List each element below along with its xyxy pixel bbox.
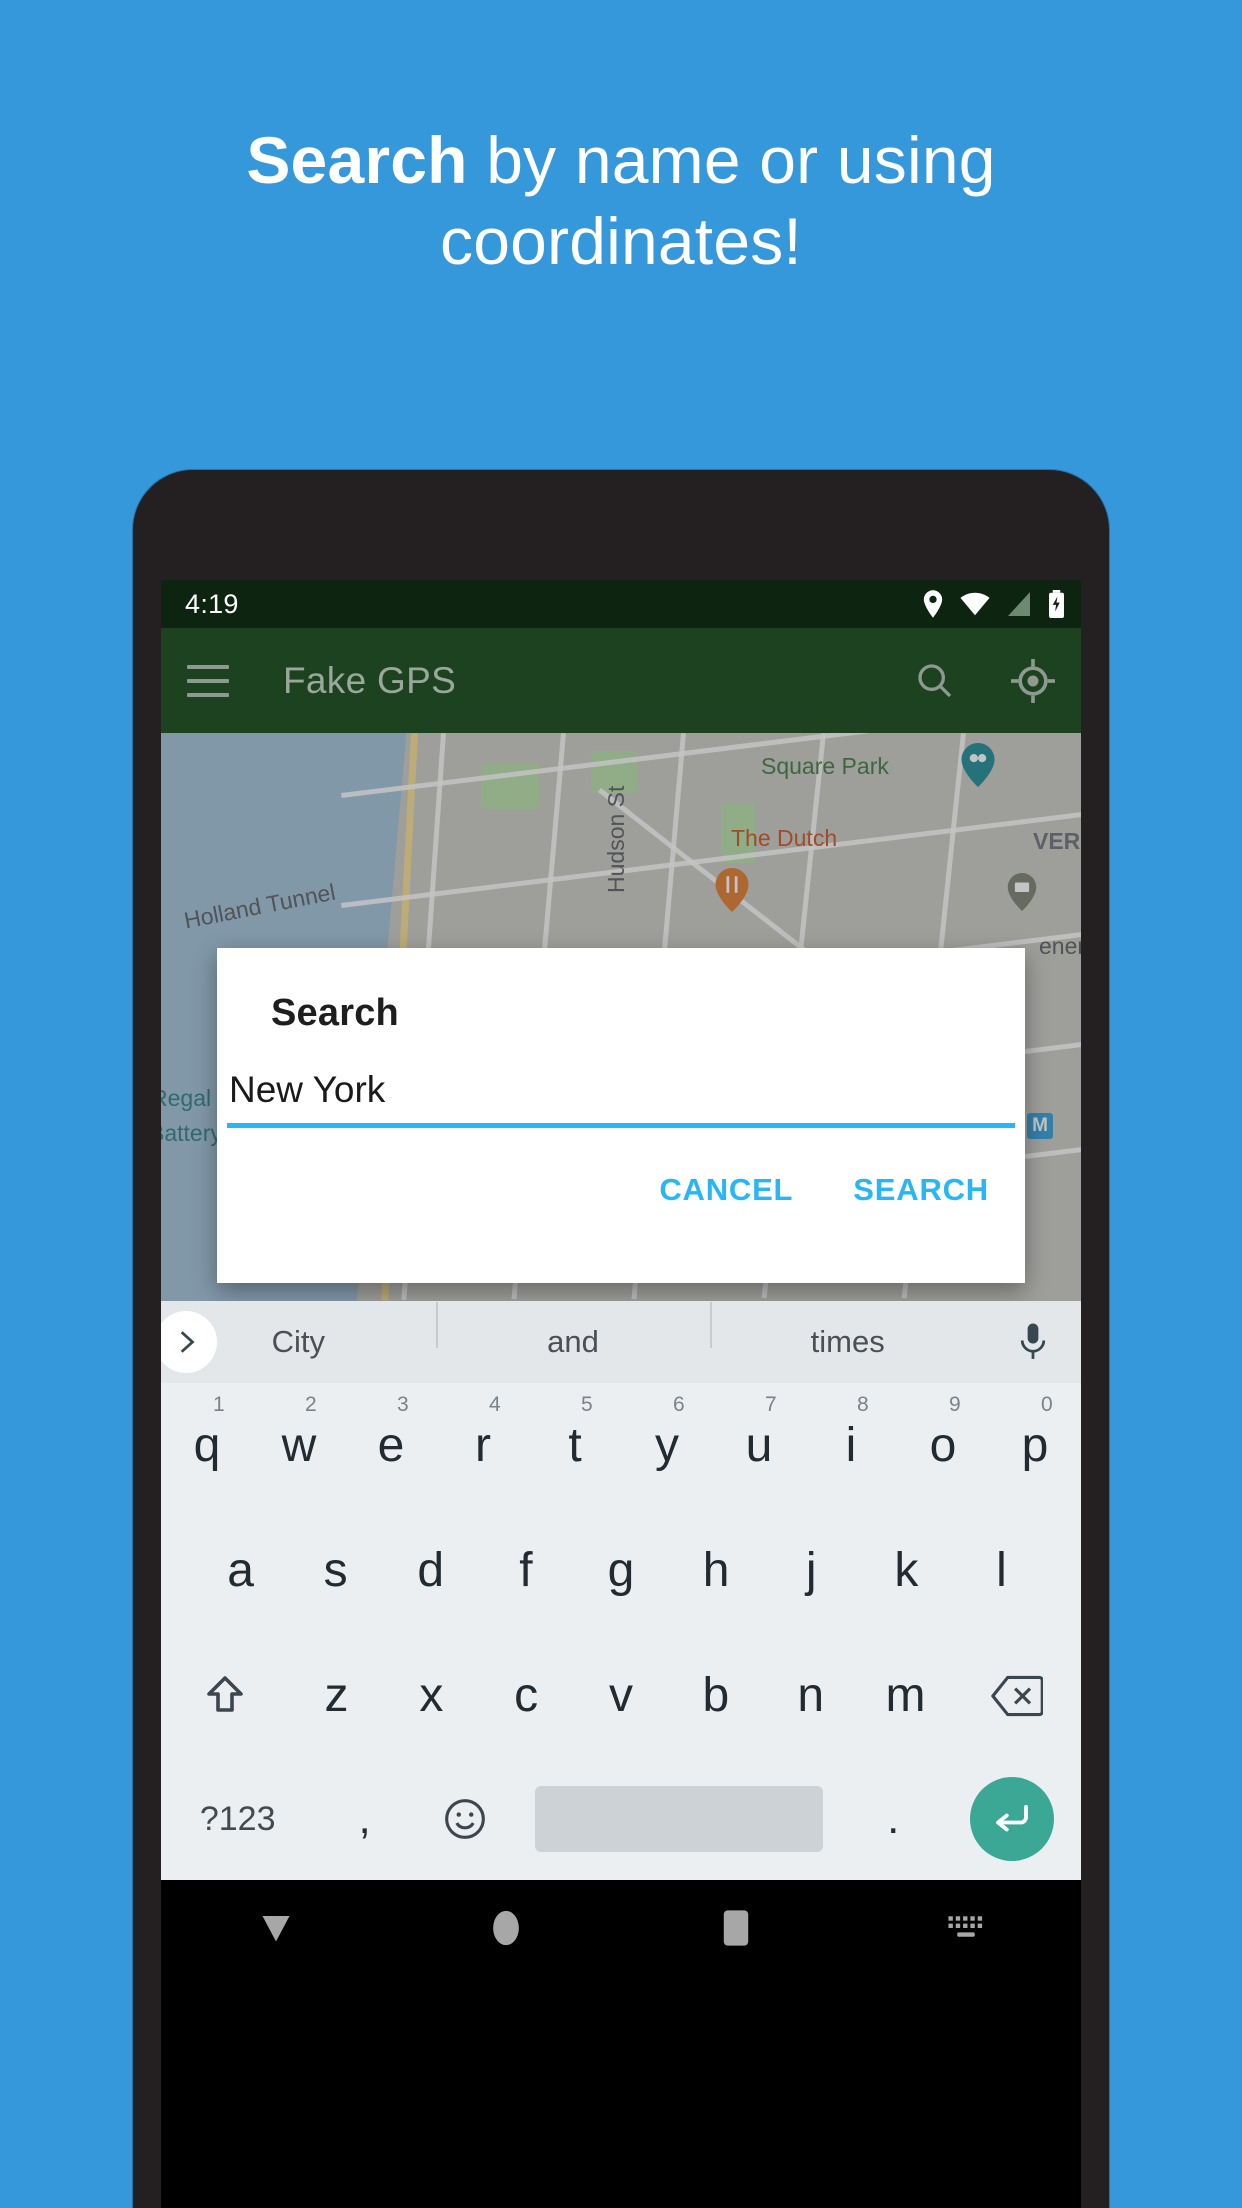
key-w[interactable]: 2w — [253, 1383, 345, 1508]
key-l[interactable]: l — [954, 1508, 1049, 1633]
spacebar-key[interactable] — [515, 1758, 843, 1880]
search-icon[interactable] — [915, 661, 955, 701]
key-label: o — [929, 1419, 957, 1472]
key-i[interactable]: 8i — [805, 1383, 897, 1508]
key-label: u — [745, 1419, 773, 1472]
promo-rest-text: by name or using — [467, 123, 996, 197]
key-num: 5 — [581, 1393, 593, 1416]
key-h[interactable]: h — [669, 1508, 764, 1633]
status-bar-time: 4:19 — [185, 588, 239, 619]
key-v[interactable]: v — [574, 1633, 669, 1758]
key-r[interactable]: 4r — [437, 1383, 529, 1508]
key-o[interactable]: 9o — [897, 1383, 989, 1508]
promo-line-1: Search by name or using — [110, 120, 1132, 201]
suggestion-strip: City and times — [161, 1301, 1081, 1383]
key-t[interactable]: 5t — [529, 1383, 621, 1508]
key-p[interactable]: 0p — [989, 1383, 1081, 1508]
keyboard-row-3: z x c v b n m — [161, 1633, 1081, 1758]
key-label: e — [377, 1419, 405, 1472]
search-button[interactable]: SEARCH — [853, 1172, 989, 1208]
key-u[interactable]: 7u — [713, 1383, 805, 1508]
wifi-icon — [960, 592, 990, 616]
status-bar: 4:19 — [161, 580, 1081, 628]
key-num: 3 — [397, 1393, 409, 1416]
key-b[interactable]: b — [668, 1633, 763, 1758]
recents-square-icon[interactable] — [621, 1909, 851, 1947]
search-dialog: Search CANCEL SEARCH — [217, 948, 1025, 1283]
key-m[interactable]: m — [858, 1633, 953, 1758]
key-s[interactable]: s — [288, 1508, 383, 1633]
phone-frame: 4:19 Fake GPS Square Park The Dutch Holl… — [133, 470, 1109, 2208]
dialog-actions: CANCEL SEARCH — [217, 1128, 1025, 1208]
comma-key[interactable]: , — [314, 1758, 414, 1880]
key-num: 8 — [857, 1393, 869, 1416]
signal-icon — [1006, 592, 1032, 616]
location-pin-icon — [922, 590, 944, 618]
hide-keyboard-icon[interactable] — [851, 1913, 1081, 1943]
battery-charging-icon — [1048, 590, 1065, 618]
suggestion-item[interactable]: City — [161, 1324, 436, 1360]
key-label: i — [845, 1419, 857, 1472]
key-num: 1 — [213, 1393, 225, 1416]
key-k[interactable]: k — [859, 1508, 954, 1633]
key-a[interactable]: a — [193, 1508, 288, 1633]
shift-arrow-icon[interactable] — [161, 1633, 289, 1758]
app-bar-actions — [915, 658, 1055, 703]
key-label: y — [655, 1419, 679, 1472]
key-num: 0 — [1041, 1393, 1053, 1416]
enter-key-circle — [970, 1777, 1055, 1861]
cancel-button[interactable]: CANCEL — [659, 1172, 793, 1208]
backspace-icon[interactable] — [953, 1633, 1081, 1758]
key-num: 4 — [489, 1393, 501, 1416]
my-location-icon[interactable] — [1011, 658, 1055, 703]
key-label: t — [568, 1419, 582, 1472]
key-n[interactable]: n — [763, 1633, 858, 1758]
enter-return-icon[interactable] — [944, 1758, 1081, 1880]
key-c[interactable]: c — [479, 1633, 574, 1758]
hamburger-menu-icon[interactable] — [187, 664, 229, 697]
home-circle-icon[interactable] — [391, 1908, 621, 1948]
key-z[interactable]: z — [289, 1633, 384, 1758]
key-e[interactable]: 3e — [345, 1383, 437, 1508]
key-num: 9 — [949, 1393, 961, 1416]
key-d[interactable]: d — [383, 1508, 478, 1633]
search-input[interactable] — [227, 1069, 1015, 1123]
navigation-bar — [161, 1880, 1081, 1976]
app-bar-title: Fake GPS — [283, 659, 457, 701]
key-num: 6 — [673, 1393, 685, 1416]
soft-keyboard: City and times 1q 2w 3e 4r 5t 6y 7u 8i 9… — [161, 1301, 1081, 1880]
promo-line-2: coordinates! — [440, 203, 802, 278]
key-x[interactable]: x — [384, 1633, 479, 1758]
back-triangle-icon[interactable] — [161, 1913, 391, 1943]
promo-headline: Search by name or using coordinates! — [0, 120, 1242, 281]
key-y[interactable]: 6y — [621, 1383, 713, 1508]
key-label: q — [193, 1419, 221, 1472]
emoji-smiley-icon[interactable] — [415, 1758, 515, 1880]
key-g[interactable]: g — [573, 1508, 668, 1633]
key-num: 7 — [765, 1393, 777, 1416]
key-label: p — [1021, 1419, 1049, 1472]
key-num: 2 — [305, 1393, 317, 1416]
key-q[interactable]: 1q — [161, 1383, 253, 1508]
key-f[interactable]: f — [478, 1508, 573, 1633]
microphone-icon[interactable] — [985, 1322, 1081, 1362]
spacebar-surface — [534, 1786, 824, 1852]
key-label: w — [281, 1419, 317, 1472]
period-key[interactable]: . — [843, 1758, 943, 1880]
suggestion-item[interactable]: times — [710, 1302, 985, 1360]
keyboard-row-4: ?123 , . — [161, 1758, 1081, 1880]
dialog-title: Search — [271, 992, 399, 1034]
phone-screen: 4:19 Fake GPS Square Park The Dutch Holl… — [161, 580, 1081, 2208]
status-bar-icons — [922, 590, 1065, 618]
promo-strong-word: Search — [246, 123, 468, 197]
map-view[interactable]: Square Park The Dutch Holland Tunnel Hud… — [161, 733, 1081, 1301]
symbols-key[interactable]: ?123 — [161, 1758, 314, 1880]
key-label: r — [475, 1419, 491, 1472]
key-j[interactable]: j — [764, 1508, 859, 1633]
suggestion-item[interactable]: and — [435, 1302, 711, 1360]
keyboard-row-2: a s d f g h j k l — [161, 1508, 1081, 1633]
dialog-input-wrapper — [227, 1069, 1015, 1128]
app-bar: Fake GPS — [161, 628, 1081, 733]
keyboard-row-1: 1q 2w 3e 4r 5t 6y 7u 8i 9o 0p — [161, 1383, 1081, 1508]
